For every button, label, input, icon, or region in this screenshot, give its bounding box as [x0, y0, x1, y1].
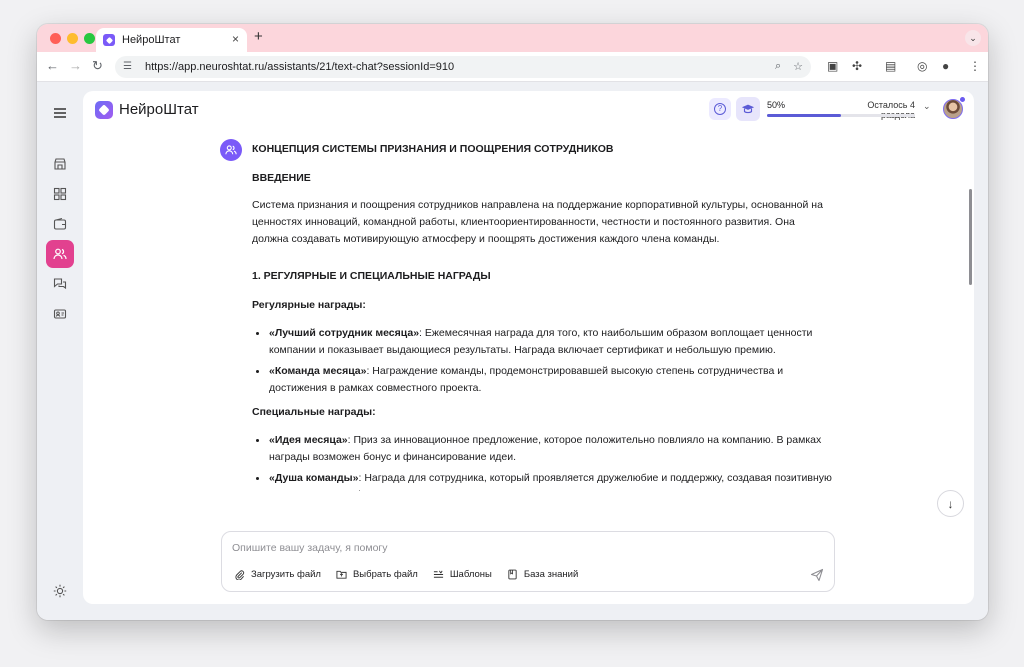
logo-text[interactable]: НейроШтат [119, 101, 199, 118]
progress-fill [767, 114, 841, 117]
assistant-message: КОНЦЕПЦИЯ СИСТЕМЫ ПРИЗНАНИЯ И ПООЩРЕНИЯ … [252, 141, 832, 491]
sidebar-item-profile[interactable] [46, 300, 74, 328]
site-settings-icon[interactable]: ☰ [123, 61, 137, 73]
users-icon [225, 145, 237, 155]
extensions-icon[interactable]: ✣ [852, 59, 862, 73]
learning-button[interactable] [736, 97, 760, 121]
new-tab-button[interactable]: + [254, 28, 263, 45]
question-icon: ? [714, 103, 726, 115]
notification-dot [959, 96, 966, 103]
progress-bar [767, 114, 915, 117]
logo-icon [95, 101, 113, 119]
theme-toggle-button[interactable] [46, 577, 74, 605]
store-icon [54, 158, 66, 170]
choose-file-button[interactable]: Выбрать файл [336, 569, 418, 580]
browser-tab[interactable]: НейроШтат × [96, 28, 247, 52]
assistant-avatar [220, 139, 242, 161]
zoom-icon[interactable]: ⌕ [775, 60, 781, 73]
book-icon [508, 569, 517, 580]
upload-file-label: Загрузить файл [251, 569, 321, 580]
award-name: «Душа команды» [269, 472, 359, 484]
menu-toggle-button[interactable] [46, 99, 74, 127]
list-item: «Лучший сотрудник месяца»: Ежемесячная н… [252, 325, 832, 359]
templates-label: Шаблоны [449, 569, 492, 580]
reading-list-icon[interactable]: ▤ [885, 59, 896, 73]
knowledge-base-button[interactable]: База знаний [507, 569, 578, 580]
bookmark-star-icon[interactable]: ☆ [793, 60, 803, 73]
message-input[interactable] [232, 542, 792, 554]
message-title: КОНЦЕПЦИЯ СИСТЕМЫ ПРИЗНАНИЯ И ПООЩРЕНИЯ … [252, 143, 614, 155]
choose-file-label: Выбрать файл [352, 569, 418, 580]
knowledge-base-label: База знаний [523, 569, 579, 580]
tab-close-button[interactable]: × [232, 32, 239, 46]
folder-icon [336, 570, 347, 579]
upload-file-button[interactable]: Загрузить файл [234, 569, 321, 580]
back-button[interactable]: ← [46, 58, 59, 73]
chat-icon [53, 278, 67, 290]
browser-window: НейроШтат × + ⌄ ← → ↻ ☰ https://app.neur… [37, 24, 988, 620]
sidebar-item-wallet[interactable] [46, 210, 74, 238]
favicon-icon [103, 34, 115, 46]
list-item: «Команда месяца»: Награждение команды, п… [252, 363, 832, 397]
award-name: «Команда месяца» [269, 365, 367, 377]
regular-list: «Лучший сотрудник месяца»: Ежемесячная н… [252, 325, 832, 397]
templates-icon [433, 570, 443, 578]
help-button[interactable]: ? [709, 98, 731, 120]
url-text[interactable]: https://app.neuroshtat.ru/assistants/21/… [145, 61, 454, 73]
graduation-cap-icon [741, 104, 755, 114]
screenshot-icon[interactable]: ▣ [827, 59, 838, 73]
send-icon [810, 568, 824, 582]
list-item: «Идея месяца»: Приз за инновационное пре… [252, 432, 832, 466]
paperclip-icon [235, 570, 245, 580]
tab-title: НейроШтат [122, 34, 181, 46]
section1-heading: 1. РЕГУЛЯРНЫЕ И СПЕЦИАЛЬНЫЕ НАГРАДЫ [252, 270, 491, 282]
templates-button[interactable]: Шаблоны [433, 569, 492, 580]
scroll-down-button[interactable]: ↓ [937, 490, 964, 517]
scrollbar[interactable] [969, 189, 972, 285]
list-item: «Душа команды»: Награда для сотрудника, … [252, 470, 832, 491]
reload-button[interactable]: ↻ [92, 58, 103, 74]
sidebar-item-dashboard[interactable] [46, 180, 74, 208]
special-heading: Специальные награды: [252, 406, 376, 418]
browser-menu-icon[interactable]: ⋮ [969, 59, 981, 73]
progress-remaining: Осталось 4 раздела [867, 100, 915, 120]
sidebar [37, 83, 83, 620]
chevron-down-icon[interactable]: ⌄ [923, 101, 931, 112]
sidebar-item-assistants[interactable] [46, 240, 74, 268]
vpn-icon[interactable]: ◎ [917, 59, 927, 73]
wallet-icon [53, 217, 67, 230]
award-name: «Лучший сотрудник месяца» [269, 327, 420, 339]
special-list: «Идея месяца»: Приз за инновационное пре… [252, 432, 832, 491]
tab-search-button[interactable]: ⌄ [965, 30, 981, 46]
app-header: НейроШтат ? 50% Осталось 4 раздела ⌄ [83, 91, 974, 127]
sun-icon [53, 584, 67, 598]
forward-button[interactable]: → [69, 58, 82, 73]
minimize-window-button[interactable] [67, 33, 78, 44]
app-root: НейроШтат ? 50% Осталось 4 раздела ⌄ [37, 83, 988, 620]
grid-icon [53, 187, 67, 201]
address-bar[interactable]: ☰ https://app.neuroshtat.ru/assistants/2… [115, 56, 811, 78]
main-panel: НейроШтат ? 50% Осталось 4 раздела ⌄ [83, 91, 974, 604]
id-card-icon [53, 309, 67, 319]
profile-icon[interactable]: ● [942, 59, 949, 73]
users-icon [53, 248, 67, 260]
chat-area: КОНЦЕПЦИЯ СИСТЕМЫ ПРИЗНАНИЯ И ПООЩРЕНИЯ … [83, 127, 967, 491]
intro-text: Система признания и поощрения сотруднико… [252, 199, 823, 245]
award-text: : Приз за инновационное предложение, кот… [269, 434, 822, 463]
arrow-down-icon: ↓ [947, 496, 954, 511]
sidebar-item-chats[interactable] [46, 270, 74, 298]
send-button[interactable] [810, 568, 824, 582]
composer-tools: Загрузить файл Выбрать файл Шаблоны База… [234, 569, 593, 580]
hamburger-icon [54, 108, 66, 118]
tab-strip: НейроШтат × + ⌄ [37, 24, 988, 52]
sidebar-item-store[interactable] [46, 150, 74, 178]
regular-heading: Регулярные награды: [252, 299, 366, 311]
browser-toolbar: ← → ↻ ☰ https://app.neuroshtat.ru/assist… [37, 52, 988, 82]
intro-heading: ВВЕДЕНИЕ [252, 172, 311, 184]
maximize-window-button[interactable] [84, 33, 95, 44]
award-name: «Идея месяца» [269, 434, 348, 446]
close-window-button[interactable] [50, 33, 61, 44]
message-composer: Загрузить файл Выбрать файл Шаблоны База… [221, 531, 835, 592]
progress-percent: 50% [767, 100, 786, 110]
